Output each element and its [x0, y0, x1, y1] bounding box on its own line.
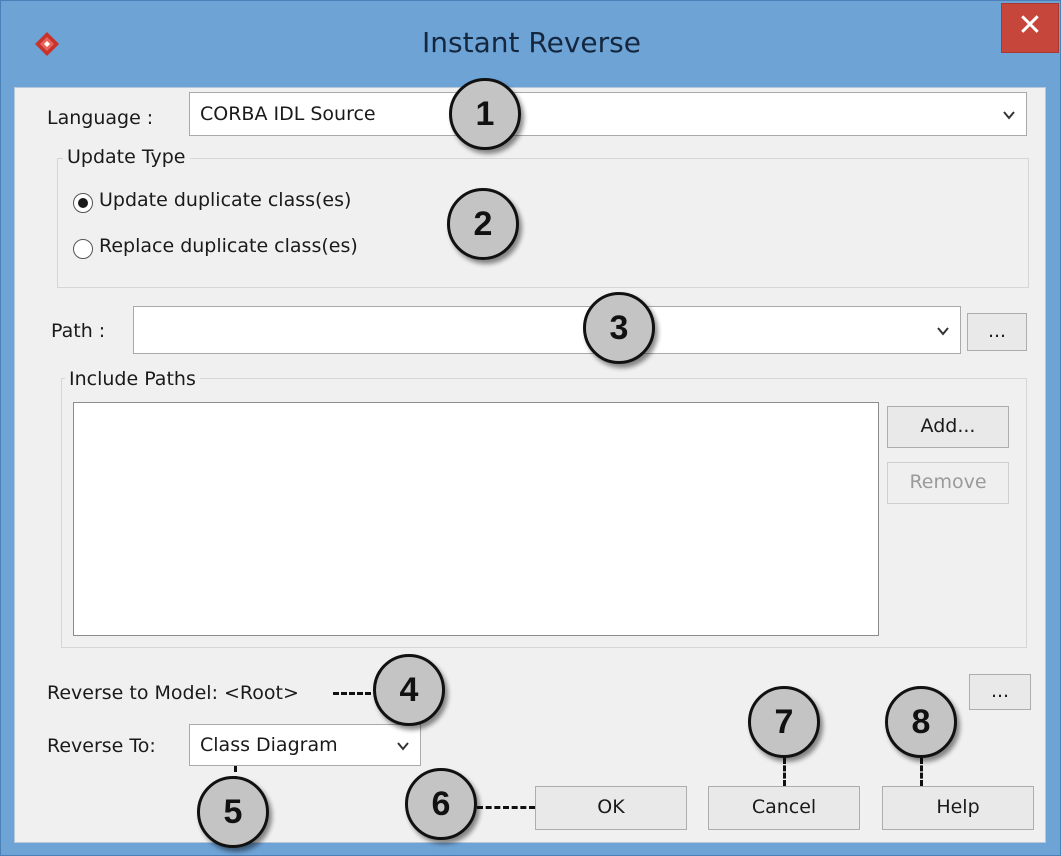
callout-7-leader — [783, 758, 786, 786]
add-path-button[interactable]: Add... — [887, 406, 1009, 448]
path-browse-button[interactable]: ... — [967, 313, 1027, 351]
close-button[interactable]: ✕ — [1001, 3, 1059, 53]
callout-badge-5: 5 — [197, 776, 269, 848]
language-combo-value: CORBA IDL Source — [200, 103, 376, 125]
chevron-down-icon — [397, 742, 409, 751]
language-combo[interactable]: CORBA IDL Source — [189, 92, 1027, 136]
replace-duplicate-label[interactable]: Replace duplicate class(es) — [99, 235, 358, 257]
remove-path-button[interactable]: Remove — [887, 462, 1009, 504]
update-duplicate-label[interactable]: Update duplicate class(es) — [99, 189, 351, 211]
title-bar[interactable]: Instant Reverse ✕ — [1, 1, 1060, 89]
path-combo[interactable] — [133, 306, 961, 354]
callout-badge-2: 2 — [447, 188, 519, 260]
reverse-to-value: Class Diagram — [200, 734, 338, 756]
window-title: Instant Reverse — [422, 26, 641, 59]
callout-badge-7: 7 — [748, 686, 820, 758]
dialog-body: Language : CORBA IDL Source Update Type … — [14, 78, 1046, 848]
reverse-model-browse-button[interactable]: ... — [969, 674, 1031, 710]
update-duplicate-radio[interactable] — [73, 193, 93, 213]
callout-6-leader — [477, 806, 535, 809]
callout-8-leader — [920, 758, 923, 786]
update-type-group — [57, 158, 1029, 288]
reverse-to-combo[interactable]: Class Diagram — [189, 724, 421, 766]
include-paths-list[interactable] — [73, 402, 879, 636]
reverse-model-label: Reverse to Model: <Root> — [47, 682, 299, 704]
callout-badge-4: 4 — [373, 654, 445, 726]
path-label: Path : — [51, 320, 106, 342]
ok-button[interactable]: OK — [535, 786, 687, 830]
update-type-title: Update Type — [63, 146, 190, 168]
replace-duplicate-radio[interactable] — [73, 239, 93, 259]
callout-badge-3: 3 — [583, 292, 655, 364]
chevron-down-icon — [937, 327, 949, 336]
cancel-button[interactable]: Cancel — [708, 786, 860, 830]
include-paths-title: Include Paths — [65, 368, 200, 390]
callout-4-leader — [333, 692, 371, 695]
callout-badge-8: 8 — [885, 686, 957, 758]
callout-badge-1: 1 — [449, 78, 521, 150]
callout-badge-6: 6 — [405, 768, 477, 840]
chevron-down-icon — [1003, 111, 1015, 120]
language-label: Language : — [47, 107, 154, 129]
help-button[interactable]: Help — [882, 786, 1034, 830]
reverse-to-label: Reverse To: — [47, 735, 156, 757]
